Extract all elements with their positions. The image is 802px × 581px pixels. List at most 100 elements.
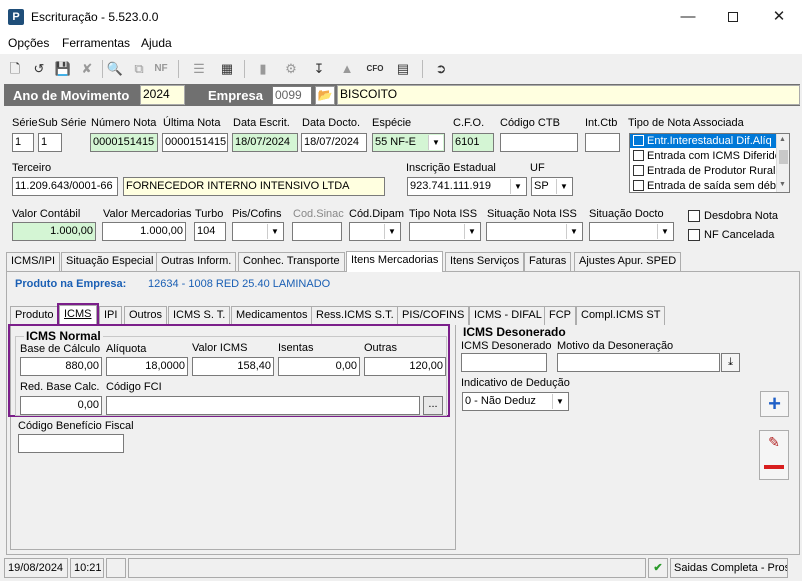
cfop-icon[interactable]: CFO xyxy=(366,60,384,78)
tab-medicamentos[interactable]: Medicamentos xyxy=(231,306,313,325)
contabil-field[interactable]: 1.000,00 xyxy=(12,222,96,241)
tab-compl-icms-st[interactable]: Compl.ICMS ST xyxy=(576,306,666,325)
tab-ipi[interactable]: IPI xyxy=(99,306,123,325)
turbo-field[interactable]: 104 xyxy=(194,222,226,241)
calculator-icon[interactable]: ▦ xyxy=(218,60,236,78)
menu-opcoes[interactable]: Opções xyxy=(8,37,49,50)
codsinac-field[interactable] xyxy=(292,222,342,241)
deducao-select[interactable]: 0 - Não Deduz ▼ xyxy=(462,392,569,411)
deson-valor-label: ICMS Desonerado xyxy=(461,340,552,352)
docto-field[interactable]: 18/07/2024 xyxy=(301,133,367,152)
cnpj-field[interactable]: 11.209.643/0001-66 xyxy=(12,177,118,196)
merc-field[interactable]: 1.000,00 xyxy=(102,222,186,241)
ctb-field[interactable] xyxy=(500,133,578,152)
list-item[interactable]: Entrada de saída sem débi xyxy=(630,179,778,192)
tab-conhec-transporte[interactable]: Conhec. Transporte xyxy=(238,252,345,271)
intctb-field[interactable] xyxy=(585,133,620,152)
list-item[interactable]: Entr.Interestadual Dif.Alíq xyxy=(630,134,776,148)
fci-field[interactable] xyxy=(106,396,420,415)
tab-icms-difal[interactable]: ICMS - DIFAL xyxy=(469,306,547,325)
tab-icms-st[interactable]: ICMS S. T. xyxy=(168,306,231,325)
exit-icon[interactable]: ➲ xyxy=(432,60,450,78)
situacaoiss-select[interactable]: ▼ xyxy=(486,222,583,241)
outras-field[interactable]: 120,00 xyxy=(364,357,446,376)
menu-ajuda[interactable]: Ajuda xyxy=(141,37,172,50)
chevron-down-icon[interactable]: ▼ xyxy=(566,224,581,239)
ano-field[interactable]: 2024 xyxy=(140,85,185,105)
delete-icon[interactable]: ✘ xyxy=(78,60,96,78)
tab-outros[interactable]: Outros xyxy=(124,306,168,325)
folder-icon[interactable]: ▮ xyxy=(254,60,272,78)
red-field[interactable]: 0,00 xyxy=(20,396,102,415)
tab-fcp[interactable]: FCP xyxy=(544,306,576,325)
tools-icon[interactable]: ⚙ xyxy=(282,60,300,78)
tab-faturas[interactable]: Faturas xyxy=(524,252,572,271)
base-field[interactable]: 880,00 xyxy=(20,357,102,376)
cfo-field[interactable]: 6101 xyxy=(452,133,494,152)
chevron-down-icon[interactable]: ▼ xyxy=(267,224,282,239)
coddipam-select[interactable]: ▼ xyxy=(349,222,401,241)
isentas-field[interactable]: 0,00 xyxy=(278,357,360,376)
deson-valor-field[interactable] xyxy=(461,353,547,372)
empresa-code-field[interactable]: 0099 xyxy=(272,86,312,105)
chevron-down-icon[interactable]: ▼ xyxy=(428,135,443,150)
especie-select[interactable]: 55 NF-E ▼ xyxy=(372,133,445,152)
add-item-button[interactable]: + xyxy=(760,391,789,417)
uf-select[interactable]: SP ▼ xyxy=(531,177,573,196)
remove-item-icon[interactable] xyxy=(764,465,784,469)
chevron-down-icon[interactable]: ▼ xyxy=(657,224,672,239)
edit-icon[interactable]: ✎ xyxy=(763,434,785,452)
list-item[interactable]: Entrada com ICMS Diferido xyxy=(630,149,781,163)
subserie-field[interactable]: 1 xyxy=(38,133,62,152)
chevron-down-icon[interactable]: ▼ xyxy=(556,179,571,194)
escrit-field[interactable]: 18/07/2024 xyxy=(232,133,298,152)
tab-itens-mercadorias[interactable]: Itens Mercadorias xyxy=(346,251,444,272)
fci-lookup-button[interactable]: ... xyxy=(423,396,443,415)
numero-field[interactable]: 0000151415 xyxy=(90,133,158,152)
chevron-down-icon[interactable]: ▼ xyxy=(384,224,399,239)
tab-situacao-especial[interactable]: Situação Especial xyxy=(61,252,159,271)
close-icon[interactable]: ✕ xyxy=(767,6,791,28)
print-preview-icon[interactable]: 🔍 xyxy=(106,60,124,78)
folder-open-icon[interactable]: 📂 xyxy=(315,86,335,105)
menu-ferramentas[interactable]: Ferramentas xyxy=(62,37,130,50)
tab-outras-inform[interactable]: Outras Inform. xyxy=(156,252,237,271)
new-document-icon[interactable]: 🗋 xyxy=(6,60,24,78)
desdobra-checkbox[interactable] xyxy=(688,210,700,222)
deson-motivo-field[interactable] xyxy=(557,353,720,372)
chevron-down-icon[interactable]: ▼ xyxy=(510,179,525,194)
cancelada-checkbox[interactable] xyxy=(688,229,700,241)
list-icon[interactable]: ☰ xyxy=(190,60,208,78)
uf-label: UF xyxy=(530,162,545,174)
aliq-field[interactable]: 18,0000 xyxy=(106,357,188,376)
beneficio-field[interactable] xyxy=(18,434,124,453)
download-icon[interactable]: ⤓ xyxy=(721,353,740,372)
save-icon[interactable]: 💾 xyxy=(54,60,72,78)
list-item[interactable]: Entrada de Produtor Rural xyxy=(630,164,776,178)
scrollbar[interactable]: ▲ ▼ xyxy=(776,134,789,192)
ultima-label: Última Nota xyxy=(163,117,221,129)
tiponota-listbox[interactable]: Entr.Interestadual Dif.Alíq Entrada com … xyxy=(629,133,790,193)
undo-icon[interactable]: ↺ xyxy=(30,60,48,78)
tab-icms-ipi[interactable]: ICMS/IPI xyxy=(6,252,61,271)
form-icon[interactable]: ▤ xyxy=(394,60,412,78)
tab-pis-cofins[interactable]: PIS/COFINS xyxy=(397,306,470,325)
tab-itens-servicos[interactable]: Itens Serviços xyxy=(445,252,525,271)
serie-field[interactable]: 1 xyxy=(12,133,34,152)
copy-icon[interactable]: ⧉ xyxy=(130,60,148,78)
piscofins-select[interactable]: ▼ xyxy=(232,222,284,241)
tab-ress-icms-st[interactable]: Ress.ICMS S.T. xyxy=(311,306,399,325)
tab-ajustes-sped[interactable]: Ajustes Apur. SPED xyxy=(574,252,682,271)
minimize-icon[interactable]: — xyxy=(676,6,700,28)
download-icon[interactable]: ↧ xyxy=(310,60,328,78)
ie-select[interactable]: 923.741.111.919 ▼ xyxy=(407,177,527,196)
nfe-icon[interactable]: NF xyxy=(152,60,170,78)
chevron-down-icon[interactable]: ▼ xyxy=(552,394,567,409)
package-icon[interactable]: ▲ xyxy=(338,60,356,78)
tab-produto[interactable]: Produto xyxy=(10,306,59,325)
maximize-icon[interactable] xyxy=(721,6,745,28)
valor-icms-field[interactable]: 158,40 xyxy=(192,357,274,376)
tipoiss-select[interactable]: ▼ xyxy=(409,222,481,241)
chevron-down-icon[interactable]: ▼ xyxy=(464,224,479,239)
situacaodocto-select[interactable]: ▼ xyxy=(589,222,674,241)
